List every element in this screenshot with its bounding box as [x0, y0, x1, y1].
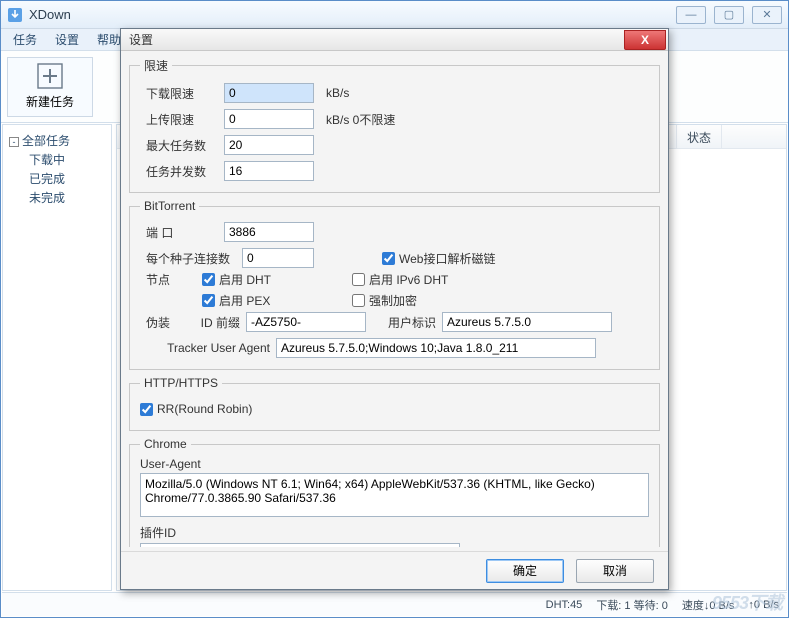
legend-http: HTTP/HTTPS	[140, 376, 222, 390]
new-task-button[interactable]: 新建任务	[7, 57, 93, 117]
download-limit-input[interactable]	[224, 83, 314, 103]
legend-chrome: Chrome	[140, 437, 191, 451]
checkbox-forceenc-input[interactable]	[352, 294, 365, 307]
tree-unfinished[interactable]: 未完成	[5, 188, 109, 207]
window-controls: — ▢ ✕	[676, 6, 782, 24]
col-status[interactable]: 状态	[677, 125, 722, 148]
new-task-label: 新建任务	[26, 93, 74, 110]
status-speed-up: ↑0 B/s	[748, 599, 779, 611]
label-tracker-ua: Tracker User Agent	[140, 341, 270, 355]
tree-root-all[interactable]: -全部任务	[5, 131, 109, 150]
port-input[interactable]	[224, 222, 314, 242]
checkbox-web-magnet[interactable]: Web接口解析磁链	[382, 250, 495, 267]
legend-bt: BitTorrent	[140, 199, 199, 213]
status-queue: 下载: 1 等待: 0	[596, 597, 668, 613]
plus-icon	[37, 63, 63, 89]
label-spoof: 伪装	[140, 314, 180, 331]
main-titlebar[interactable]: XDown — ▢ ✕	[1, 1, 788, 29]
userident-input[interactable]	[442, 312, 612, 332]
label-idprefix: ID 前缀	[186, 314, 240, 331]
status-speed-down: 速度↓0 B/s	[682, 597, 735, 613]
tree-completed[interactable]: 已完成	[5, 169, 109, 188]
tree-downloading[interactable]: 下载中	[5, 150, 109, 169]
close-button[interactable]: ✕	[752, 6, 782, 24]
checkbox-rr[interactable]: RR(Round Robin)	[140, 402, 252, 416]
chrome-ua-textarea[interactable]	[140, 473, 649, 517]
app-title: XDown	[29, 7, 676, 22]
checkbox-dht-input[interactable]	[202, 273, 215, 286]
label-chrome-ua: User-Agent	[140, 457, 649, 471]
label-download-limit: 下载限速	[140, 85, 218, 102]
checkbox-pex[interactable]: 启用 PEX	[202, 292, 352, 309]
tracker-ua-input[interactable]	[276, 338, 596, 358]
label-port: 端 口	[140, 224, 218, 241]
label-userident: 用户标识	[372, 314, 436, 331]
tree-root-label: 全部任务	[22, 134, 70, 148]
idprefix-input[interactable]	[246, 312, 366, 332]
dialog-footer: 确定 取消	[121, 551, 668, 589]
checkbox-pex-input[interactable]	[202, 294, 215, 307]
group-ratelimit: 限速 下载限速 kB/s 上传限速 kB/s 0不限速 最大任务数 任务并发数	[129, 57, 660, 193]
upload-limit-input[interactable]	[224, 109, 314, 129]
checkbox-dht[interactable]: 启用 DHT	[202, 271, 352, 288]
checkbox-dht6[interactable]: 启用 IPv6 DHT	[352, 271, 502, 288]
label-plugin-id: 插件ID	[140, 524, 649, 541]
menu-tasks[interactable]: 任务	[5, 29, 45, 50]
menu-settings[interactable]: 设置	[47, 29, 87, 50]
max-tasks-input[interactable]	[224, 135, 314, 155]
checkbox-forceenc[interactable]: 强制加密	[352, 292, 502, 309]
maximize-button[interactable]: ▢	[714, 6, 744, 24]
dialog-titlebar[interactable]: 设置 X	[121, 29, 668, 51]
label-max-tasks: 最大任务数	[140, 137, 218, 154]
ok-button[interactable]: 确定	[486, 559, 564, 583]
peers-input[interactable]	[242, 248, 314, 268]
app-icon	[7, 7, 23, 23]
status-dht: DHT:45	[546, 599, 583, 611]
checkbox-dht6-input[interactable]	[352, 273, 365, 286]
group-chrome: Chrome User-Agent 插件ID	[129, 437, 660, 547]
cancel-button[interactable]: 取消	[576, 559, 654, 583]
group-bittorrent: BitTorrent 端 口 每个种子连接数 Web接口解析磁链 节点 启用 D…	[129, 199, 660, 370]
unit-kbs-1: kB/s	[326, 86, 349, 100]
sidebar: -全部任务 下载中 已完成 未完成	[2, 124, 112, 591]
dialog-body: 限速 下载限速 kB/s 上传限速 kB/s 0不限速 最大任务数 任务并发数 …	[129, 57, 660, 547]
upload-hint: kB/s 0不限速	[326, 111, 395, 128]
settings-dialog: 设置 X 限速 下载限速 kB/s 上传限速 kB/s 0不限速 最大任务数 任…	[120, 28, 669, 590]
tree: -全部任务 下载中 已完成 未完成	[5, 129, 109, 209]
statusbar: DHT:45 下载: 1 等待: 0 速度↓0 B/s ↑0 B/s	[2, 592, 787, 616]
dialog-title: 设置	[129, 31, 624, 48]
label-concurrency: 任务并发数	[140, 163, 218, 180]
dialog-close-button[interactable]: X	[624, 30, 666, 50]
tree-toggle-icon[interactable]: -	[9, 137, 19, 147]
plugin-id-input[interactable]	[140, 543, 460, 547]
label-nodes: 节点	[140, 271, 196, 288]
group-http: HTTP/HTTPS RR(Round Robin)	[129, 376, 660, 431]
concurrency-input[interactable]	[224, 161, 314, 181]
label-upload-limit: 上传限速	[140, 111, 218, 128]
checkbox-rr-input[interactable]	[140, 403, 153, 416]
minimize-button[interactable]: —	[676, 6, 706, 24]
checkbox-web-magnet-input[interactable]	[382, 252, 395, 265]
label-peers: 每个种子连接数	[140, 250, 236, 267]
legend-ratelimit: 限速	[140, 57, 172, 74]
